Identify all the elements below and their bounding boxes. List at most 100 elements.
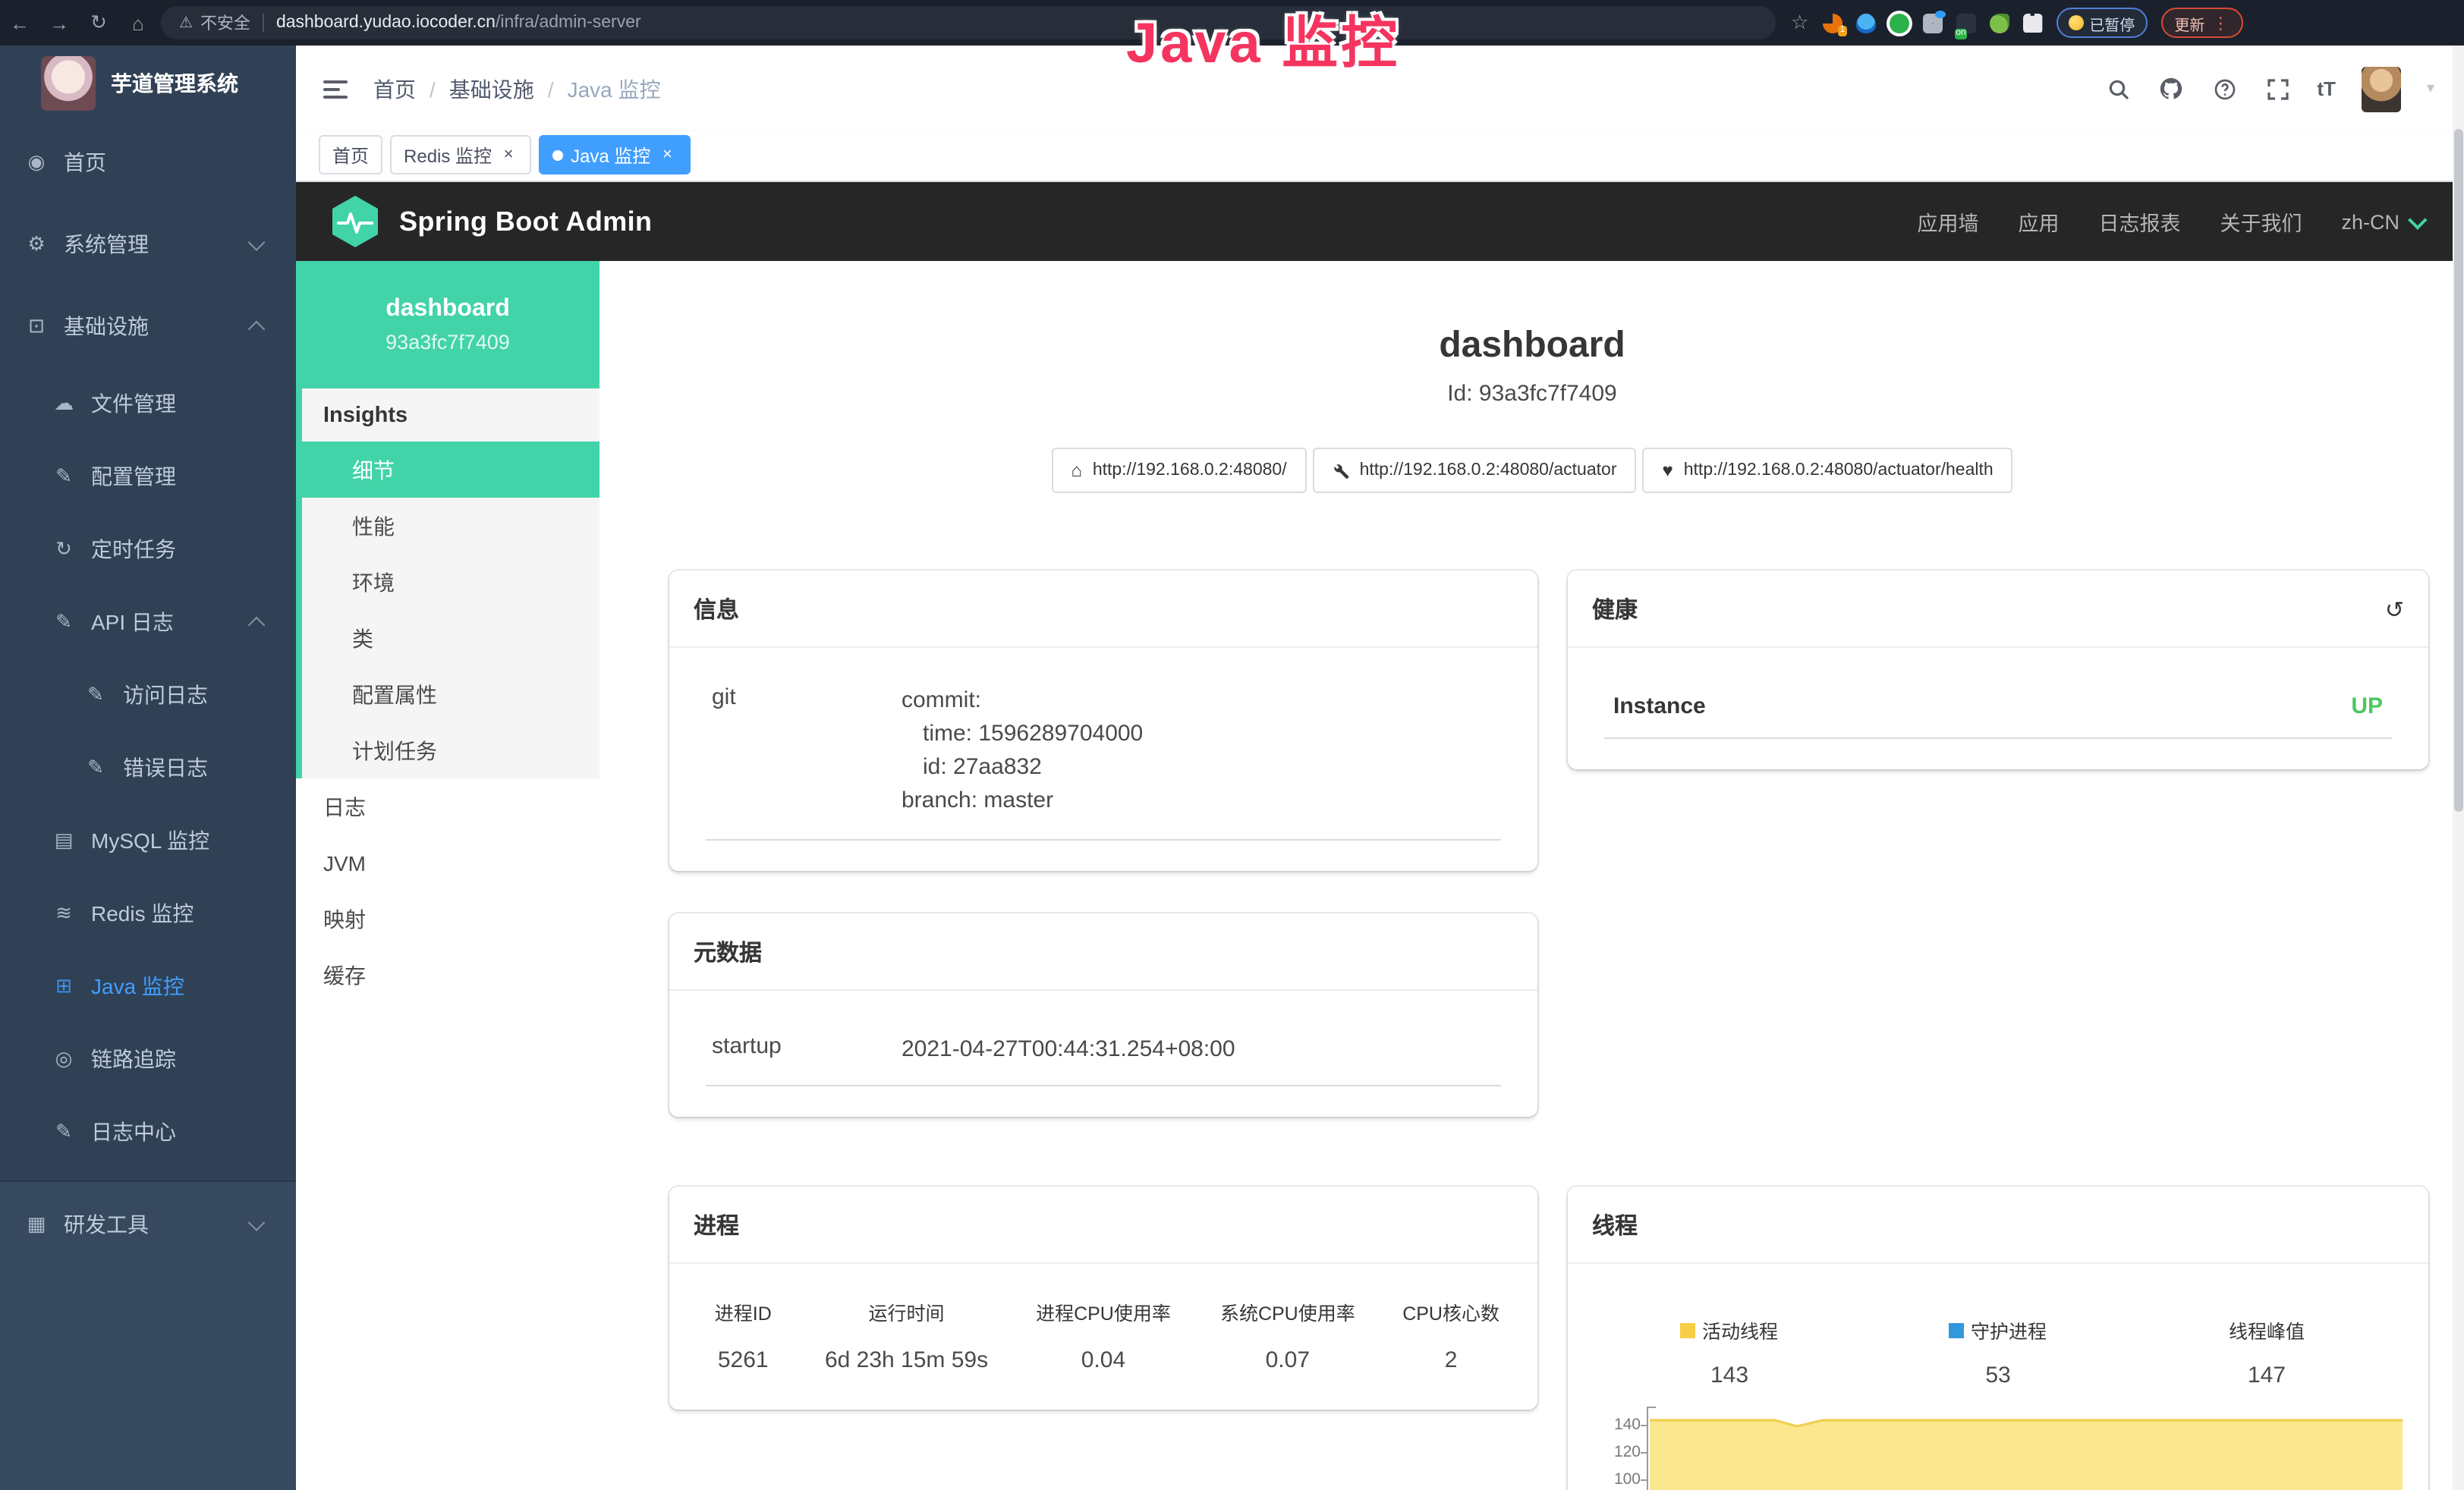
sidebar-item-config-manage[interactable]: ✎ 配置管理 [0, 440, 296, 513]
reload-icon[interactable]: ↻ [79, 11, 118, 35]
scrollbar-thumb[interactable] [2454, 129, 2463, 812]
back-icon[interactable]: ← [0, 11, 39, 34]
breadcrumb-home[interactable]: 首页 [373, 74, 416, 104]
sidebar-item-devtools[interactable]: ▦ 研发工具 [0, 1182, 296, 1267]
sidebar-item-java-monitor[interactable]: ⊞ Java 监控 [0, 950, 296, 1023]
sba-item-logs[interactable]: 日志 [296, 778, 599, 835]
sba-item-scheduledtasks[interactable]: 计划任务 [302, 722, 599, 778]
sidebar-item-access-log[interactable]: ✎ 访问日志 [0, 659, 296, 731]
sba-item-details[interactable]: 细节 [296, 442, 599, 498]
sba-item-jvm[interactable]: JVM [296, 835, 599, 891]
tab-redis-monitor[interactable]: Redis 监控 × [390, 135, 531, 174]
home-icon[interactable]: ⌂ [118, 11, 158, 34]
close-icon[interactable]: × [658, 146, 676, 164]
row-label: startup [712, 1033, 902, 1067]
avatar-caret-icon[interactable]: ▾ [2427, 80, 2434, 97]
chevron-up-icon [248, 617, 266, 634]
help-icon[interactable] [2211, 75, 2238, 102]
page-scrollbar[interactable] [2453, 46, 2464, 1490]
card-title: 进程 [694, 1209, 739, 1241]
sidebar-item-home[interactable]: ◉ 首页 [0, 121, 296, 203]
sidebar-item-infra[interactable]: ⊡ 基础设施 [0, 285, 296, 367]
bookmark-star-icon[interactable]: ☆ [1791, 11, 1808, 35]
logo-image [41, 56, 96, 111]
service-url-button[interactable]: ⌂ http://192.168.0.2:48080/ [1051, 448, 1306, 493]
sba-nav-wallboard[interactable]: 应用墙 [1917, 206, 1978, 237]
extension-yuque-icon[interactable] [1889, 13, 1909, 33]
sidebar-item-file-manage[interactable]: ☁ 文件管理 [0, 367, 296, 440]
layers-icon: ≋ [52, 901, 76, 926]
sba-logo-icon[interactable] [329, 194, 381, 249]
cell-system-cpu: 0.07 [1195, 1347, 1380, 1373]
user-avatar[interactable] [2362, 66, 2401, 112]
table-row[interactable]: Instance UP [1604, 693, 2392, 739]
sidebar-item-api-log[interactable]: ✎ API 日志 [0, 586, 296, 659]
breadcrumb-infra[interactable]: 基础设施 [449, 74, 534, 104]
database-table-icon: ▤ [52, 828, 76, 853]
sba-item-metrics[interactable]: 性能 [302, 498, 599, 554]
actuator-url-button[interactable]: http://192.168.0.2:48080/actuator [1313, 448, 1637, 493]
sidebar-item-error-log[interactable]: ✎ 错误日志 [0, 731, 296, 804]
close-icon[interactable]: × [499, 146, 518, 164]
metadata-card-body: startup 2021-04-27T00:44:31.254+08:00 [669, 991, 1537, 1117]
tags-view-bar: 首页 Redis 监控 × Java 监控 × [296, 132, 2464, 182]
instance-header[interactable]: dashboard 93a3fc7f7409 [296, 261, 599, 388]
git-time-line: time: 1596289704000 [902, 718, 1143, 751]
active-tab-dot [552, 149, 563, 160]
sba-item-environment[interactable]: 环境 [302, 554, 599, 610]
sba-item-configprops[interactable]: 配置属性 [302, 666, 599, 722]
extension-colorzilla-icon[interactable]: 1 [1822, 13, 1842, 33]
profile-paused-chip[interactable]: 已暂停 [2056, 8, 2147, 38]
sidebar-item-mysql-monitor[interactable]: ▤ MySQL 监控 [0, 804, 296, 877]
url-bar[interactable]: ⚠ 不安全 dashboard.yudao.iocoder.cn/infra/a… [161, 6, 1776, 39]
threads-card-header: 线程 [1568, 1187, 2428, 1264]
column-header: CPU核心数 [1380, 1297, 1522, 1326]
hamburger-icon[interactable] [323, 80, 348, 98]
extension-pin-icon[interactable] [1855, 13, 1875, 33]
forward-icon[interactable]: → [39, 11, 79, 34]
column-header: 运行时间 [802, 1297, 1012, 1326]
app-main: 首页 / 基础设施 / Java 监控 [296, 46, 2464, 1490]
health-url-button[interactable]: ♥ http://192.168.0.2:48080/actuator/heal… [1643, 448, 2013, 493]
column-header: 系统CPU使用率 [1195, 1297, 1380, 1326]
browser-extensions: ☆ 1 on 已暂停 更新 ⋮ [1791, 8, 2242, 38]
refresh-history-icon[interactable]: ↺ [2385, 596, 2404, 623]
sba-brand-title[interactable]: Spring Boot Admin [399, 206, 652, 237]
sba-nav-about[interactable]: 关于我们 [2220, 206, 2302, 237]
sidebar-item-system[interactable]: ⚙ 系统管理 [0, 203, 296, 285]
font-size-icon[interactable]: tT [2317, 77, 2336, 100]
breadcrumb-current: Java 监控 [568, 74, 661, 104]
health-card-header: 健康 ↺ [1568, 571, 2428, 648]
sidebar-item-scheduled-jobs[interactable]: ↻ 定时任务 [0, 513, 296, 586]
sidebar-item-tracing[interactable]: ◎ 链路追踪 [0, 1023, 296, 1095]
app-logo[interactable]: 芋道管理系统 [0, 46, 296, 121]
extension-puzzle-icon[interactable] [2022, 13, 2042, 33]
github-icon[interactable] [2157, 75, 2185, 102]
sba-item-mappings[interactable]: 映射 [296, 891, 599, 947]
sba-item-caches[interactable]: 缓存 [296, 947, 599, 1003]
page-instance-id: Id: 93a3fc7f7409 [599, 381, 2464, 407]
monitor-icon: ⊡ [24, 314, 49, 338]
git-branch-line: branch: master [902, 784, 1143, 818]
sba-nav-applications[interactable]: 应用 [2018, 206, 2059, 237]
fullscreen-icon[interactable] [2264, 75, 2291, 102]
legend-peak-threads: 线程峰值 [2132, 1316, 2401, 1344]
tab-home[interactable]: 首页 [319, 135, 382, 174]
extension-onetab-icon[interactable]: on [1956, 13, 1975, 33]
extension-sprout-icon[interactable] [1989, 13, 2009, 33]
url-separator [263, 14, 264, 32]
browser-menu-icon[interactable]: ⋮ [2212, 13, 2229, 33]
health-url: http://192.168.0.2:48080/actuator/health [1684, 461, 1994, 479]
sba-locale-select[interactable]: zh-CN [2341, 210, 2422, 233]
sba-nav-journal[interactable]: 日志报表 [2098, 206, 2180, 237]
sba-content: dashboard Id: 93a3fc7f7409 ⌂ http://192.… [599, 261, 2464, 1490]
search-icon[interactable] [2104, 75, 2132, 102]
extension-grid-icon[interactable] [1922, 13, 1942, 33]
sidebar-item-redis-monitor[interactable]: ≋ Redis 监控 [0, 877, 296, 950]
chrome-update-button[interactable]: 更新 ⋮ [2160, 8, 2242, 38]
tab-java-monitor[interactable]: Java 监控 × [539, 135, 690, 174]
sba-item-beans[interactable]: 类 [302, 610, 599, 666]
sidebar-item-log-center[interactable]: ✎ 日志中心 [0, 1095, 296, 1168]
app-window: 芋道管理系统 ◉ 首页 ⚙ 系统管理 ⊡ 基础设施 ☁ 文件管理 ✎ [0, 46, 2464, 1490]
y-axis: 140 120 100 [1595, 1407, 1647, 1490]
